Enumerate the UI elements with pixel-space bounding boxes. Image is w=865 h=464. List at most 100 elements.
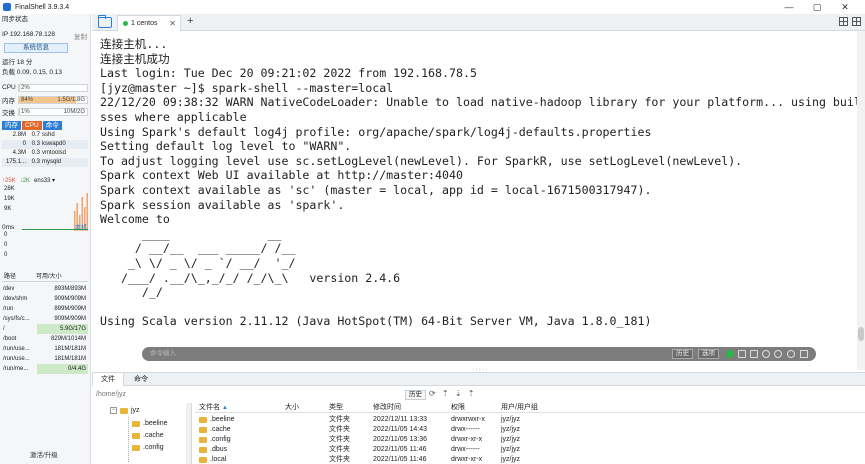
file-row[interactable]: .beeline 文件夹 2022/12/11 13:33 drwxrwxr-x… [195, 415, 865, 425]
close-tab-icon[interactable]: ✕ [169, 19, 176, 28]
paste-icon[interactable] [750, 350, 758, 358]
interface-select[interactable]: ens33 ▾ [34, 177, 55, 186]
search-icon[interactable] [762, 350, 770, 358]
tree-node[interactable]: .beeline [132, 418, 168, 429]
tile-layout-icon[interactable] [852, 17, 861, 26]
process-cmd: sshd [42, 132, 55, 138]
path-history-button[interactable]: 历史 [405, 390, 426, 400]
terminal-line: / __/__ ___ _____/ /__ [100, 241, 296, 256]
scroll-thumb[interactable] [858, 327, 864, 341]
column-permission[interactable]: 权限 [451, 403, 501, 412]
file-mtime: 2022/11/05 11:46 [373, 456, 427, 463]
file-row[interactable]: .cache 文件夹 2022/11/05 14:43 drwx------ j… [195, 425, 865, 435]
tab-commands[interactable]: 命令 [126, 373, 156, 386]
command-input[interactable]: 命令输入 [150, 349, 176, 359]
file-mtime: 2022/11/05 13:36 [373, 436, 427, 443]
options-button[interactable]: 选项 [698, 349, 719, 359]
folder-icon [199, 437, 207, 443]
column-name-label: 文件名 [199, 403, 220, 411]
disk-row[interactable]: /run/use... 181M/181M [2, 354, 88, 364]
column-type[interactable]: 类型 [329, 403, 373, 412]
process-row[interactable]: 2.8M 0.7 sshd [2, 131, 88, 140]
sync-status[interactable]: 同步状态 [2, 15, 88, 25]
disk-row[interactable]: /run/me... 0/4.4G [2, 364, 88, 374]
tree-node[interactable]: .cache [132, 430, 164, 441]
column-mtime[interactable]: 修改时间 [373, 403, 451, 412]
connect-status-icon[interactable] [726, 350, 734, 358]
disk-row[interactable]: /run 899M/909M [2, 304, 88, 314]
disk-row[interactable]: /boot 829M/1014M [2, 334, 88, 344]
file-owner: jyz/jyz [501, 426, 521, 433]
tab-files[interactable]: 文件 [92, 373, 124, 386]
process-row[interactable]: 0 0.3 kswapd0 [2, 140, 88, 149]
history-button[interactable]: 历史 [672, 349, 693, 359]
file-owner: jyz/jyz [501, 436, 521, 443]
process-cpu: 0.3 [31, 141, 40, 147]
file-list-header: 文件名 ▲ 大小 类型 修改时间 权限 用户/用户组 [195, 403, 865, 413]
terminal-line: [jyz@master ~]$ spark-shell --master=loc… [100, 80, 394, 95]
tree-node-jyz[interactable]: − jyz [110, 405, 140, 416]
file-size [285, 445, 329, 455]
process-row[interactable]: 4.3M 0.3 vmtoolsd [2, 149, 88, 158]
terminal-line: To adjust logging level use sc.setLogLev… [100, 153, 743, 168]
disk-path: /run/me... [3, 366, 29, 372]
close-icon[interactable]: ✕ [831, 0, 859, 14]
tree-node[interactable]: .config [132, 442, 164, 453]
net-y-label: 28K [4, 186, 15, 192]
collapse-icon[interactable]: − [110, 407, 117, 414]
disk-usage: 5.9G/17G [37, 324, 88, 334]
folder-icon [132, 432, 140, 439]
memory-detail: 1.5G/1.8G [57, 96, 85, 103]
maximize-icon[interactable]: ▢ [803, 0, 831, 14]
finalshell-logo-icon [3, 3, 11, 11]
disk-path-header: 路径 [4, 274, 17, 280]
download-icon[interactable] [800, 350, 808, 358]
sort-by-command-tab[interactable]: 命令 [42, 121, 62, 130]
process-row[interactable]: 175.1... 0.3 mysqld [2, 158, 88, 167]
add-tab-button[interactable]: + [187, 15, 193, 27]
minimize-icon[interactable]: — [775, 0, 803, 14]
disk-row[interactable]: /run/use... 181M/181M [2, 344, 88, 354]
disk-row[interactable]: /sys/fs/c... 909M/909M [2, 314, 88, 324]
disk-row[interactable]: / 5.9G/17G [2, 324, 88, 334]
column-name[interactable]: 文件名 ▲ [195, 403, 285, 412]
file-name: .cache [210, 426, 231, 433]
file-permission: drwx------ [451, 446, 480, 453]
zoom-icon[interactable] [774, 350, 782, 358]
disk-row[interactable]: /dev/shm 909M/909M [2, 294, 88, 304]
file-mtime: 2022/11/05 14:43 [373, 426, 427, 433]
file-row[interactable]: .config 文件夹 2022/11/05 13:36 drwxr-xr-x … [195, 435, 865, 445]
terminal-line: Welcome to [100, 212, 170, 227]
column-owner[interactable]: 用户/用户组 [501, 403, 581, 412]
disk-row[interactable]: /dev 893M/893M [2, 284, 88, 294]
host-ip: IP 192.168.78.128 [2, 31, 56, 38]
column-size[interactable]: 大小 [285, 403, 329, 412]
gear-icon[interactable] [787, 350, 795, 358]
copy-icon[interactable] [738, 350, 746, 358]
tab-centos[interactable]: 1 centos ✕ [117, 15, 181, 31]
folder-icon[interactable] [98, 15, 112, 28]
activate-upgrade-link[interactable]: 激活/升级 [30, 449, 58, 459]
terminal-output[interactable]: 连接主机... 连接主机成功 Last login: Tue Dec 20 09:2… [92, 31, 857, 370]
sort-by-memory-tab[interactable]: 内存 [2, 121, 21, 130]
sort-by-cpu-tab[interactable]: CPU [22, 121, 42, 130]
system-info-button[interactable]: 系统信息 [4, 43, 68, 53]
file-path-bar: /home/jyz 历史 ⟳ ⇡ ⇣ ⇡ [92, 387, 865, 403]
disk-path: /boot [3, 336, 17, 342]
terminal-scrollbar[interactable] [857, 31, 865, 370]
path-input[interactable]: /home/jyz [96, 390, 396, 400]
file-owner: jyz/jyz [501, 416, 521, 423]
cpu-value: 2% [21, 84, 30, 91]
file-size [285, 415, 329, 425]
file-row[interactable]: .local 文件夹 2022/11/05 11:46 drwxr-xr-x j… [195, 455, 865, 464]
tree-scrollbar[interactable] [186, 403, 191, 464]
copy-ip-link[interactable]: 复制 [74, 31, 87, 41]
latency-target-link[interactable]: 本机 [75, 222, 87, 231]
file-toolbar-icons[interactable]: ⟳ ⇡ ⇣ ⇡ [429, 389, 476, 398]
process-list: 2.8M 0.7 sshd 0 0.3 kswapd0 4.3M 0.3 vmtoolsd … [2, 131, 88, 167]
folder-icon [120, 407, 128, 414]
command-input-bar[interactable]: 命令输入 历史 选项 [142, 347, 816, 361]
grid-layout-icon[interactable] [839, 17, 848, 26]
file-row[interactable]: .dbus 文件夹 2022/11/05 11:46 drwx------ jy… [195, 445, 865, 455]
